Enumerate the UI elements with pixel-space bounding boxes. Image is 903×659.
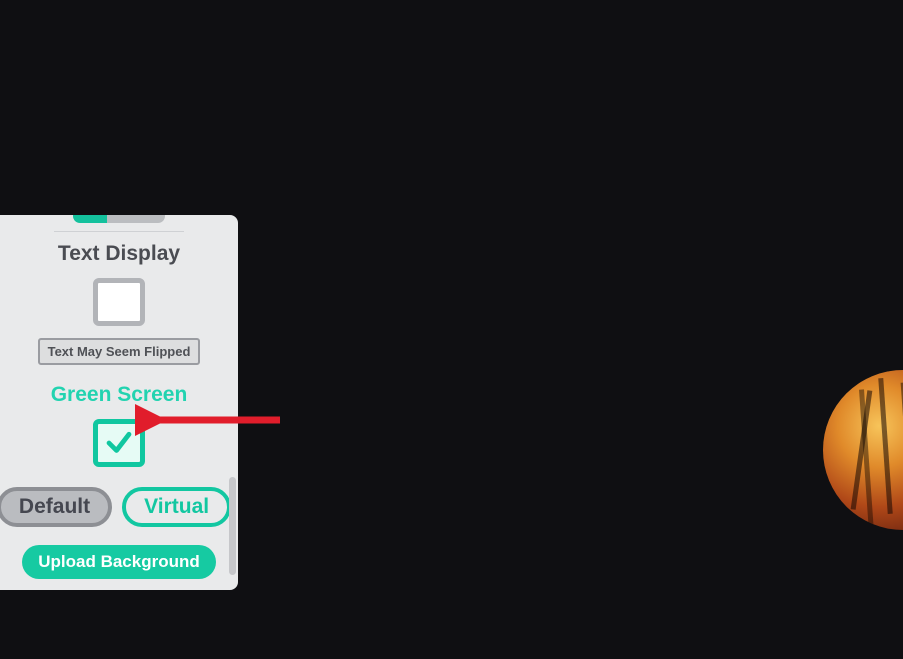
text-display-checkbox[interactable]	[93, 278, 145, 326]
panel-scrollbar-thumb[interactable]	[229, 477, 236, 575]
partial-toggle[interactable]	[73, 215, 165, 223]
default-mode-button[interactable]: Default	[0, 487, 112, 527]
virtual-mode-button[interactable]: Virtual	[122, 487, 231, 527]
check-icon	[104, 428, 134, 458]
avatar[interactable]	[823, 370, 903, 530]
text-display-title: Text Display	[58, 242, 180, 266]
green-screen-checkbox[interactable]	[93, 419, 145, 467]
upload-background-button[interactable]: Upload Background	[22, 545, 216, 579]
flip-note-badge: Text May Seem Flipped	[38, 338, 201, 365]
green-screen-title: Green Screen	[51, 383, 188, 407]
divider	[54, 231, 184, 232]
background-mode-row: Default Virtual	[5, 487, 223, 527]
settings-panel: Text Display Text May Seem Flipped Green…	[0, 215, 238, 590]
